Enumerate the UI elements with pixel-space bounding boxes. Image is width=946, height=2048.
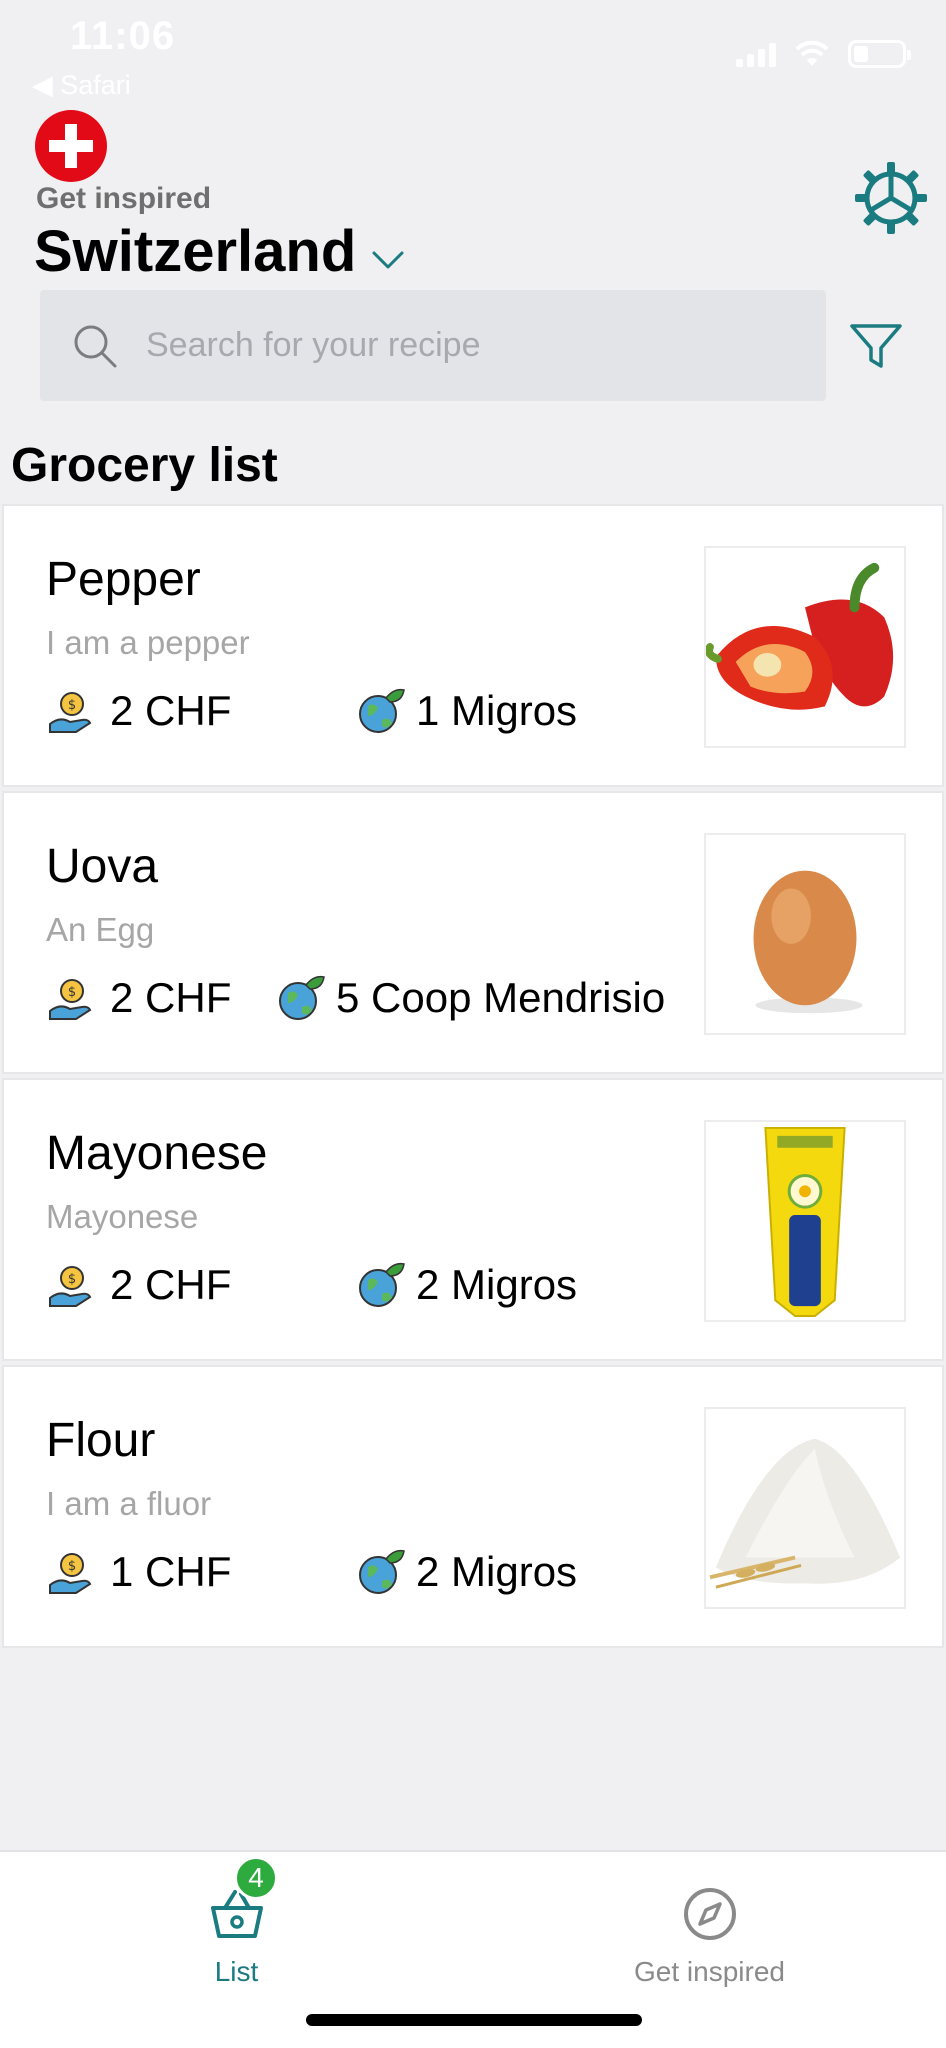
section-title: Grocery list bbox=[11, 439, 278, 492]
status-icons bbox=[736, 40, 911, 68]
item-store: 5 Coop Mendrisio bbox=[276, 973, 665, 1023]
item-name: Pepper bbox=[46, 553, 201, 606]
item-meta: $ 1 CHF 2 Migros bbox=[46, 1547, 577, 1597]
chevron-down-icon bbox=[372, 251, 404, 268]
item-store-text: 2 Migros bbox=[416, 1548, 578, 1595]
item-meta: $ 2 CHF 2 Migros bbox=[46, 1260, 577, 1310]
coin-hand-icon: $ bbox=[49, 692, 92, 733]
item-image-red-pepper bbox=[704, 546, 906, 748]
item-store-text: 2 Migros bbox=[416, 1261, 578, 1308]
battery-icon bbox=[848, 40, 911, 68]
item-name: Flour bbox=[46, 1414, 156, 1467]
tab-list[interactable]: 4 List bbox=[0, 1852, 473, 2002]
back-to-safari-link[interactable]: ◀ Safari bbox=[32, 70, 131, 101]
item-description: I am a pepper bbox=[46, 624, 250, 661]
item-image-mayonnaise-tube bbox=[704, 1120, 906, 1322]
item-store-text: 1 Migros bbox=[416, 687, 578, 734]
item-price-text: 2 CHF bbox=[110, 974, 232, 1021]
item-image-flour-pile bbox=[704, 1407, 906, 1609]
earth-leaf-icon bbox=[359, 688, 405, 733]
gear-icon[interactable] bbox=[853, 160, 929, 236]
list-item[interactable]: Mayonese Mayonese $ 2 CHF 2 Migros bbox=[2, 1078, 944, 1361]
item-store: 1 Migros bbox=[356, 686, 577, 736]
tab-get-inspired[interactable]: Get inspired bbox=[473, 1852, 946, 2002]
item-price: $ 2 CHF bbox=[46, 686, 356, 736]
header-subtitle: Get inspired bbox=[36, 182, 212, 215]
list-item[interactable]: Pepper I am a pepper $ 2 CHF 1 Migros bbox=[2, 504, 944, 787]
earth-leaf-icon bbox=[359, 1262, 405, 1307]
item-price-text: 1 CHF bbox=[110, 1548, 232, 1595]
status-time: 11:06 bbox=[70, 14, 176, 58]
item-price: $ 2 CHF bbox=[46, 1260, 356, 1310]
grocery-list: Pepper I am a pepper $ 2 CHF 1 Migros Uo… bbox=[0, 504, 946, 1652]
earth-leaf-icon bbox=[279, 975, 325, 1020]
item-store-text: 5 Coop Mendrisio bbox=[336, 974, 666, 1021]
item-price: $ 1 CHF bbox=[46, 1547, 356, 1597]
item-description: Mayonese bbox=[46, 1198, 199, 1235]
search-input[interactable]: Search for your recipe bbox=[40, 290, 826, 401]
country-selector[interactable]: Switzerland bbox=[34, 218, 408, 285]
tab-list-label: List bbox=[214, 1956, 259, 1987]
filter-icon[interactable] bbox=[848, 318, 904, 374]
svg-text:$: $ bbox=[68, 698, 76, 713]
item-price: $ 2 CHF bbox=[46, 973, 276, 1023]
coin-hand-icon: $ bbox=[49, 1553, 92, 1594]
cart-count-badge: 4 bbox=[234, 1856, 278, 1900]
coin-hand-icon: $ bbox=[49, 979, 92, 1020]
item-store: 2 Migros bbox=[356, 1260, 577, 1310]
item-name: Uova bbox=[46, 840, 159, 893]
item-price-text: 2 CHF bbox=[110, 1261, 232, 1308]
item-image-egg bbox=[704, 833, 906, 1035]
svg-text:$: $ bbox=[68, 985, 76, 1000]
signal-icon bbox=[736, 41, 776, 67]
item-description: An Egg bbox=[46, 911, 155, 948]
earth-leaf-icon bbox=[359, 1549, 405, 1594]
item-store: 2 Migros bbox=[356, 1547, 577, 1597]
item-description: I am a fluor bbox=[46, 1485, 212, 1522]
search-placeholder: Search for your recipe bbox=[146, 326, 481, 364]
list-item[interactable]: Flour I am a fluor $ 1 CHF 2 Migros bbox=[2, 1365, 944, 1648]
svg-text:$: $ bbox=[68, 1272, 76, 1287]
item-price-text: 2 CHF bbox=[110, 687, 232, 734]
item-name: Mayonese bbox=[46, 1127, 268, 1180]
country-name: Switzerland bbox=[34, 219, 357, 284]
tab-get-inspired-label: Get inspired bbox=[634, 1956, 785, 1987]
wifi-icon bbox=[795, 40, 829, 66]
item-meta: $ 2 CHF 1 Migros bbox=[46, 686, 577, 736]
coin-hand-icon: $ bbox=[49, 1266, 92, 1307]
list-item[interactable]: Uova An Egg $ 2 CHF 5 Coop Mendrisio bbox=[2, 791, 944, 1074]
compass-icon bbox=[683, 1888, 736, 1940]
swiss-flag-icon bbox=[35, 110, 107, 182]
item-meta: $ 2 CHF 5 Coop Mendrisio bbox=[46, 973, 665, 1023]
search-icon bbox=[74, 325, 117, 367]
home-indicator[interactable] bbox=[306, 2014, 642, 2026]
svg-text:$: $ bbox=[68, 1559, 76, 1574]
